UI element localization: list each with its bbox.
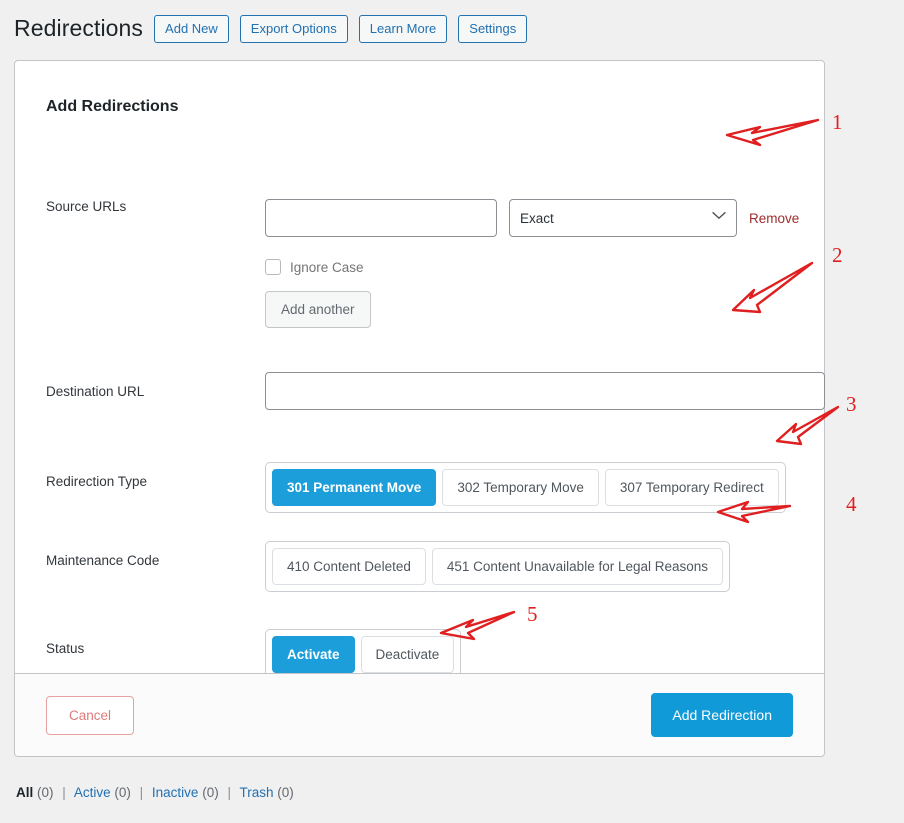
annotation-overlay [439, 118, 840, 641]
annotation-arrow-5 [439, 610, 516, 641]
annotation-arrow-4 [716, 500, 792, 524]
annotation-arrow-2 [731, 261, 814, 314]
annotation-arrow-3 [775, 405, 840, 446]
annotation-number-3: 3 [846, 392, 857, 416]
annotation-number-2: 2 [832, 243, 843, 267]
page-root: Redirections Add New Export Options Lear… [0, 0, 904, 823]
annotation-number-1: 1 [832, 110, 843, 134]
annotation-arrow-1 [725, 118, 820, 147]
annotation-number-5: 5 [527, 602, 538, 626]
annotation-number-4: 4 [846, 492, 857, 516]
